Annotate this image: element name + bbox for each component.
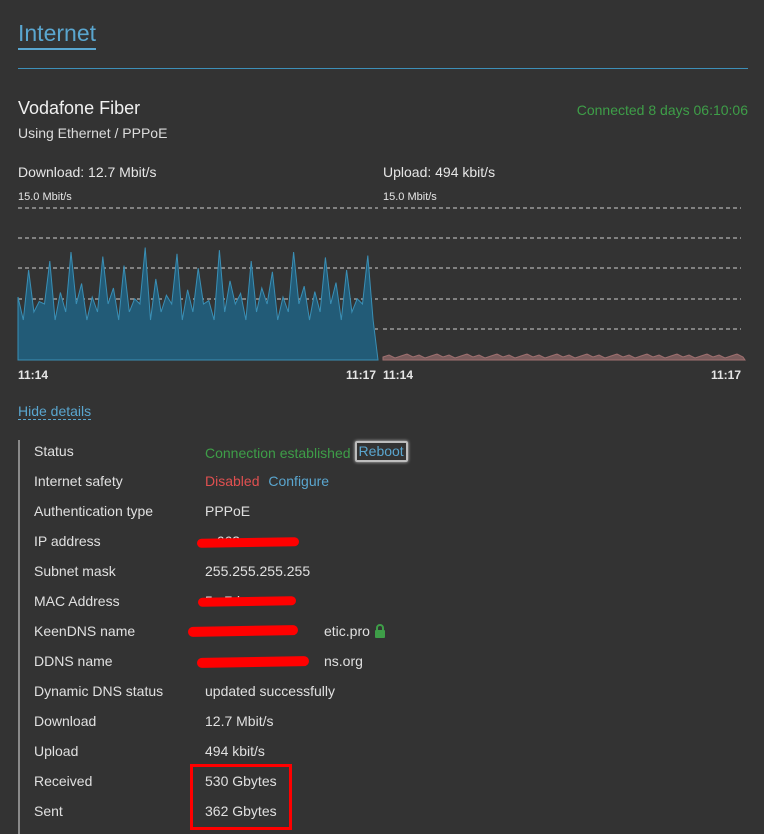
detail-row-ddns-status: Dynamic DNS status updated successfully <box>34 683 734 713</box>
detail-row-status: Status Connection established Reboot <box>34 441 734 473</box>
download-graph-area <box>17 247 379 361</box>
reboot-button[interactable]: Reboot <box>354 441 408 462</box>
received-label: Received <box>34 773 93 789</box>
ip-label: IP address <box>34 533 101 549</box>
connection-subtitle: Using Ethernet / PPPoE <box>18 125 168 141</box>
upload-start-time: 11:14 <box>383 368 414 382</box>
detail-row-keendns: KeenDNS name etic.pro <box>34 623 734 653</box>
download-rate-label: Download: 12.7 Mbit/s <box>18 164 157 180</box>
ddns-value[interactable]: ns.org <box>324 653 363 669</box>
subnet-value: 255.255.255.255 <box>205 563 311 579</box>
highlight-box <box>190 764 292 830</box>
detail-row-sent: Sent 362 Gbytes <box>34 803 734 833</box>
upload-end-time: 11:17 <box>711 368 742 382</box>
ddns-status-value: updated successfully <box>205 683 335 699</box>
keendns-label: KeenDNS name <box>34 623 136 639</box>
title-divider <box>18 68 748 69</box>
configure-link[interactable]: Configure <box>268 473 329 489</box>
upload-rate-label: Upload: 494 kbit/s <box>383 164 496 180</box>
detail-row-internet-safety: Internet safety Disabled Configure <box>34 473 734 503</box>
mac-label: MAC Address <box>34 593 120 609</box>
auth-type-value: PPPoE <box>205 503 251 519</box>
ddns-label: DDNS name <box>34 653 113 669</box>
detail-row-download: Download 12.7 Mbit/s <box>34 713 734 743</box>
page-title: Internet <box>18 20 96 50</box>
sent-label: Sent <box>34 803 63 819</box>
download-label: Download <box>34 713 97 729</box>
lock-icon <box>374 624 385 638</box>
download-start-time: 11:14 <box>18 368 49 382</box>
details-side-bar <box>18 440 20 834</box>
detail-row-mac: MAC Address 5...7d <box>34 593 734 623</box>
internet-safety-label: Internet safety <box>34 473 123 489</box>
connection-name: Vodafone Fiber <box>18 98 141 118</box>
internet-safety-value: Disabled <box>205 473 260 489</box>
status-value: Connection established <box>205 445 351 461</box>
connection-uptime: Connected 8 days 06:10:06 <box>576 102 748 118</box>
keendns-value-group: etic.pro <box>324 623 386 639</box>
upload-value: 494 kbit/s <box>205 743 265 759</box>
redaction-mark-keendns <box>187 625 299 637</box>
redaction-mark-ddns <box>196 656 310 668</box>
keendns-value[interactable]: etic.pro <box>324 623 370 639</box>
traffic-graphs <box>17 207 746 361</box>
redaction-mark-mac <box>197 596 297 607</box>
download-end-time: 11:17 <box>346 368 377 382</box>
subnet-label: Subnet mask <box>34 563 116 579</box>
internet-safety-value-group: Disabled Configure <box>205 473 329 489</box>
auth-type-label: Authentication type <box>34 503 154 519</box>
detail-row-ddns: DDNS name ns.org <box>34 653 734 683</box>
status-value-group: Connection established Reboot <box>205 441 408 464</box>
detail-row-subnet: Subnet mask 255.255.255.255 <box>34 563 734 593</box>
ddns-status-label: Dynamic DNS status <box>34 683 164 699</box>
hide-details-link[interactable]: Hide details <box>18 403 92 420</box>
upload-graph-area <box>382 353 746 361</box>
detail-row-ip: IP address ...663 <box>34 533 734 563</box>
upload-label: Upload <box>34 743 79 759</box>
detail-row-received: Received 530 Gbytes <box>34 773 734 803</box>
redaction-mark-ip <box>196 537 300 548</box>
download-value: 12.7 Mbit/s <box>205 713 274 729</box>
detail-row-upload: Upload 494 kbit/s <box>34 743 734 773</box>
status-label: Status <box>34 443 74 459</box>
internet-page: Internet Vodafone Fiber Using Ethernet /… <box>0 0 764 834</box>
detail-row-auth-type: Authentication type PPPoE <box>34 503 734 533</box>
